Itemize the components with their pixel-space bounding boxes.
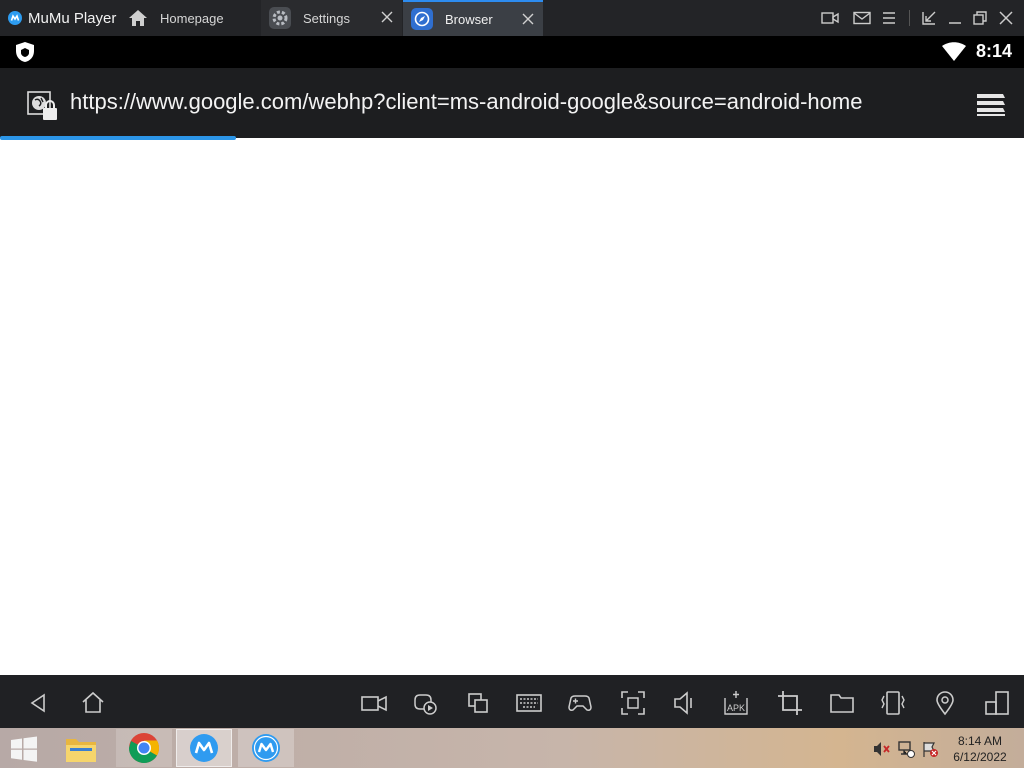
taskbar-chrome[interactable]: [116, 729, 172, 767]
url-field[interactable]: https://www.google.com/webhp?client=ms-a…: [70, 89, 862, 115]
windows-start-icon[interactable]: [10, 736, 38, 762]
mail-icon[interactable]: [853, 9, 871, 27]
android-status-bar: [0, 36, 1024, 68]
status-clock: 8:14: [975, 41, 1012, 61]
volume-icon[interactable]: [672, 690, 698, 716]
close-tab-icon[interactable]: [380, 10, 394, 24]
tab-label: Homepage: [160, 10, 224, 26]
system-clock[interactable]: 8:14 AM 6/12/2022: [950, 733, 1010, 765]
file-explorer-icon[interactable]: [64, 734, 98, 764]
shrink-icon[interactable]: [920, 9, 938, 27]
tab-homepage[interactable]: Homepage: [122, 0, 259, 36]
divider: [909, 10, 910, 26]
shake-icon[interactable]: [880, 690, 906, 716]
gamepad-record-icon[interactable]: [412, 690, 438, 716]
browser-content[interactable]: [0, 140, 1024, 675]
menu-stack-icon[interactable]: [974, 90, 1008, 118]
tab-label: Browser: [445, 11, 493, 27]
tab-label: Settings: [303, 10, 350, 26]
compass-icon: [411, 8, 433, 30]
fullscreen-icon[interactable]: [620, 690, 646, 716]
volume-muted-icon[interactable]: [873, 741, 891, 757]
menu-icon[interactable]: [880, 9, 898, 27]
screen-record-icon[interactable]: [361, 690, 387, 716]
home-icon[interactable]: [80, 690, 106, 716]
app-brand: MuMu Player: [8, 0, 116, 36]
taskbar-mumu-active[interactable]: [176, 729, 232, 767]
svg-text:APK: APK: [727, 703, 745, 713]
emulator-toolbar: [0, 675, 1024, 728]
apk-install-icon[interactable]: APK: [723, 690, 749, 716]
location-icon[interactable]: [932, 690, 958, 716]
folder-icon[interactable]: [829, 690, 855, 716]
clock-date: 6/12/2022: [953, 750, 1007, 764]
record-icon[interactable]: [821, 9, 839, 27]
app-title: MuMu Player: [28, 9, 117, 27]
keyboard-icon[interactable]: [516, 690, 542, 716]
close-icon[interactable]: [997, 9, 1015, 27]
crop-icon[interactable]: [777, 690, 803, 716]
back-icon[interactable]: [26, 690, 52, 716]
mumu-icon: [252, 734, 280, 762]
multi-window-icon[interactable]: [465, 690, 491, 716]
close-tab-icon[interactable]: [521, 12, 535, 26]
mumu-icon: [190, 734, 218, 762]
shield-icon: [16, 42, 34, 62]
clock-time: 8:14 AM: [957, 734, 1003, 748]
minimize-icon[interactable]: [946, 9, 964, 27]
chrome-icon: [129, 733, 160, 764]
taskbar-mumu[interactable]: [238, 729, 294, 767]
home-icon: [129, 10, 147, 26]
action-center-flag-icon[interactable]: [921, 740, 939, 758]
mumu-logo-icon: [8, 11, 22, 25]
restore-icon[interactable]: [971, 9, 989, 27]
gear-icon: [269, 7, 291, 29]
rotate-icon[interactable]: [984, 690, 1010, 716]
game-controller-icon[interactable]: [567, 690, 593, 716]
tab-settings[interactable]: Settings: [261, 0, 402, 36]
globe-lock-icon[interactable]: [26, 90, 60, 122]
wifi-icon: [942, 42, 966, 61]
tab-browser[interactable]: Browser: [403, 0, 543, 36]
network-icon[interactable]: [897, 740, 915, 758]
